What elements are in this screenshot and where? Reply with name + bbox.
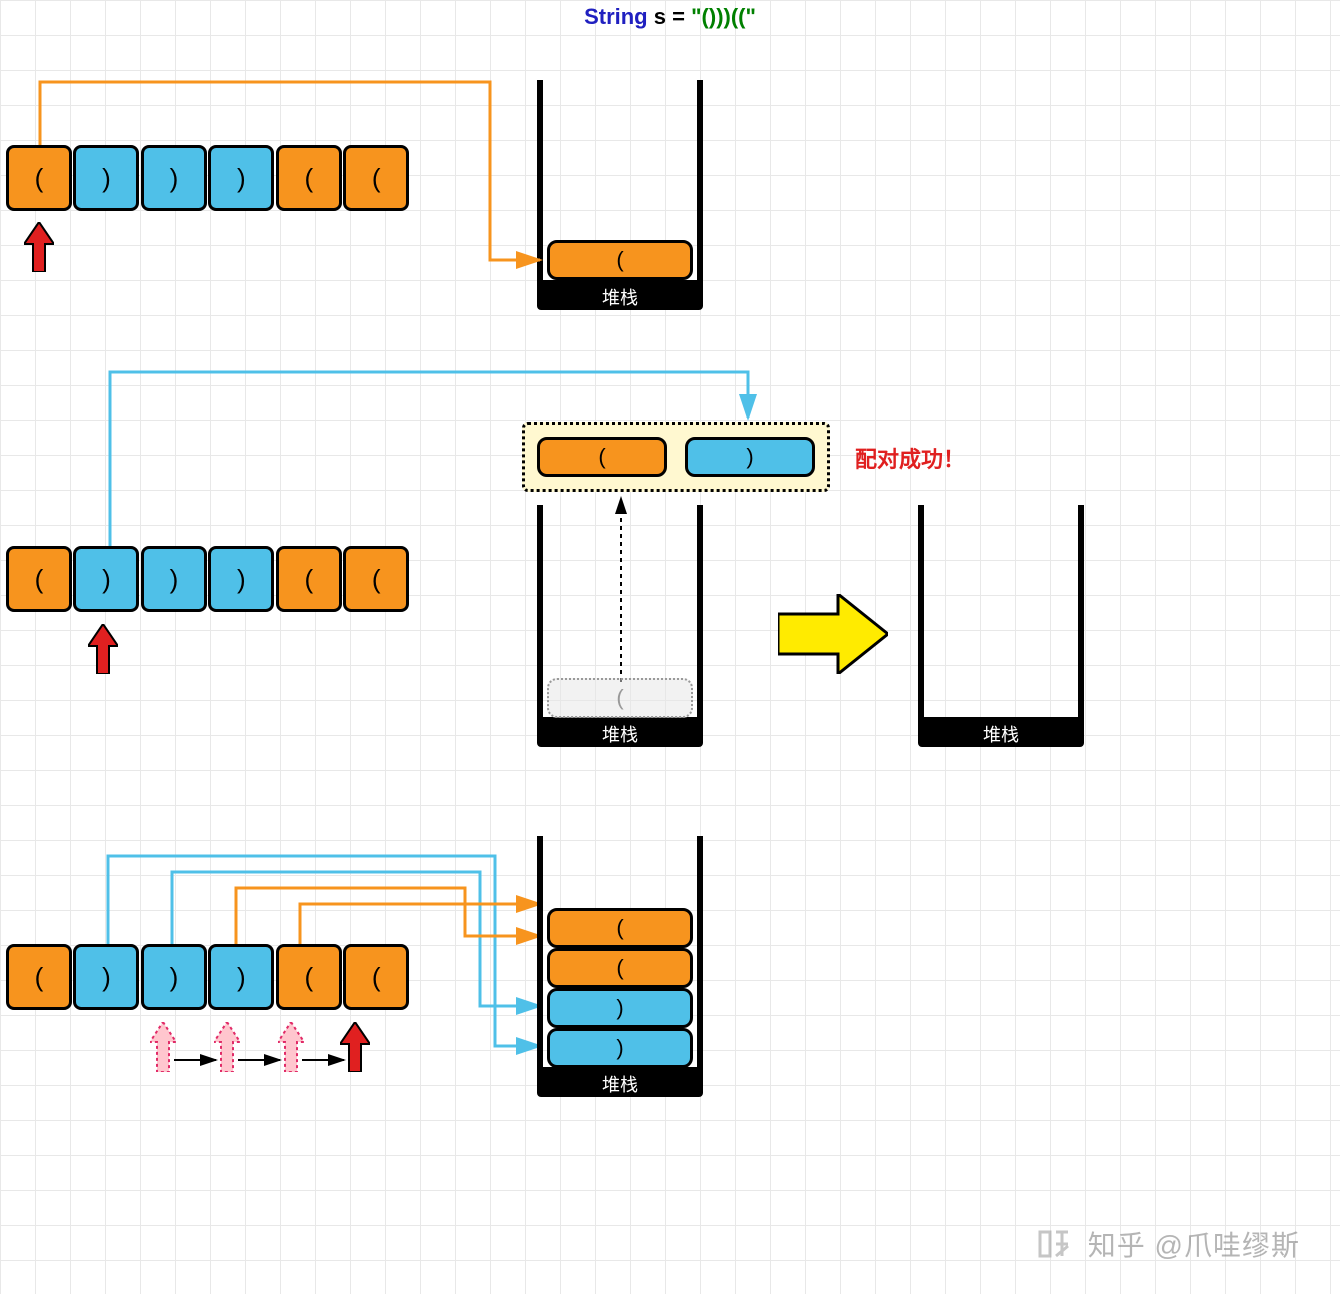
title: String s = "()))((" [584, 4, 756, 30]
seq-cell: ) [141, 546, 207, 612]
pair-right: ) [685, 437, 815, 477]
pointer-history-icon [214, 1022, 240, 1072]
next-arrow-icon [778, 594, 888, 674]
seq-cell: ) [73, 546, 139, 612]
pointer-history-icon [278, 1022, 304, 1072]
flow-arrow [300, 904, 540, 944]
pair-success-label: 配对成功！ [855, 442, 965, 474]
stack-base: 堆栈 [918, 717, 1084, 747]
watermark: 知乎 @爪哇缪斯 [1034, 1224, 1300, 1264]
seq-cell: ) [73, 944, 139, 1010]
seq-cell: ) [73, 145, 139, 211]
stack-item: ( [547, 908, 693, 948]
seq-cell: ( [343, 546, 409, 612]
stack-item: ) [547, 1028, 693, 1068]
stack-item: ( [547, 240, 693, 280]
seq-cell: ( [6, 546, 72, 612]
stack-base: 堆栈 [537, 280, 703, 310]
pointer-arrow-icon [24, 222, 54, 272]
seq-cell: ( [276, 145, 342, 211]
flow-arrow [236, 888, 540, 944]
stack-wall [1078, 505, 1084, 717]
stack-wall [537, 836, 543, 1070]
stack-item-ghost: ( [547, 678, 693, 718]
seq-cell: ( [343, 145, 409, 211]
stack-wall [697, 505, 703, 717]
title-equals: = [672, 4, 685, 29]
stack-wall [697, 80, 703, 280]
seq-cell: ( [343, 944, 409, 1010]
sequence-row-1: ( ) ) ) ( ( [6, 145, 406, 211]
stack-wall [697, 836, 703, 1070]
seq-cell: ) [208, 546, 274, 612]
seq-cell: ) [208, 944, 274, 1010]
pointer-arrow-icon [340, 1022, 370, 1072]
seq-cell: ) [208, 145, 274, 211]
pair-left: ( [537, 437, 667, 477]
seq-cell: ( [6, 145, 72, 211]
seq-cell: ( [276, 546, 342, 612]
stack-wall [537, 505, 543, 717]
pair-success-box: ( ) [522, 422, 830, 492]
zhihu-icon [1034, 1224, 1074, 1264]
pointer-arrow-icon [88, 624, 118, 674]
stack-wall [537, 80, 543, 280]
seq-cell: ( [6, 944, 72, 1010]
title-value: "()))((" [691, 4, 756, 29]
title-var: s [654, 4, 666, 29]
stack-item: ) [547, 988, 693, 1028]
stack-item: ( [547, 948, 693, 988]
seq-cell: ( [276, 944, 342, 1010]
stack-base: 堆栈 [537, 717, 703, 747]
watermark-text: 知乎 @爪哇缪斯 [1088, 1224, 1300, 1264]
stack-wall [918, 505, 924, 717]
title-keyword: String [584, 4, 648, 29]
stack-base: 堆栈 [537, 1067, 703, 1097]
seq-cell: ) [141, 944, 207, 1010]
sequence-row-2: ( ) ) ) ( ( [6, 546, 406, 612]
sequence-row-3: ( ) ) ) ( ( [6, 944, 406, 1010]
seq-cell: ) [141, 145, 207, 211]
pointer-history-icon [150, 1022, 176, 1072]
